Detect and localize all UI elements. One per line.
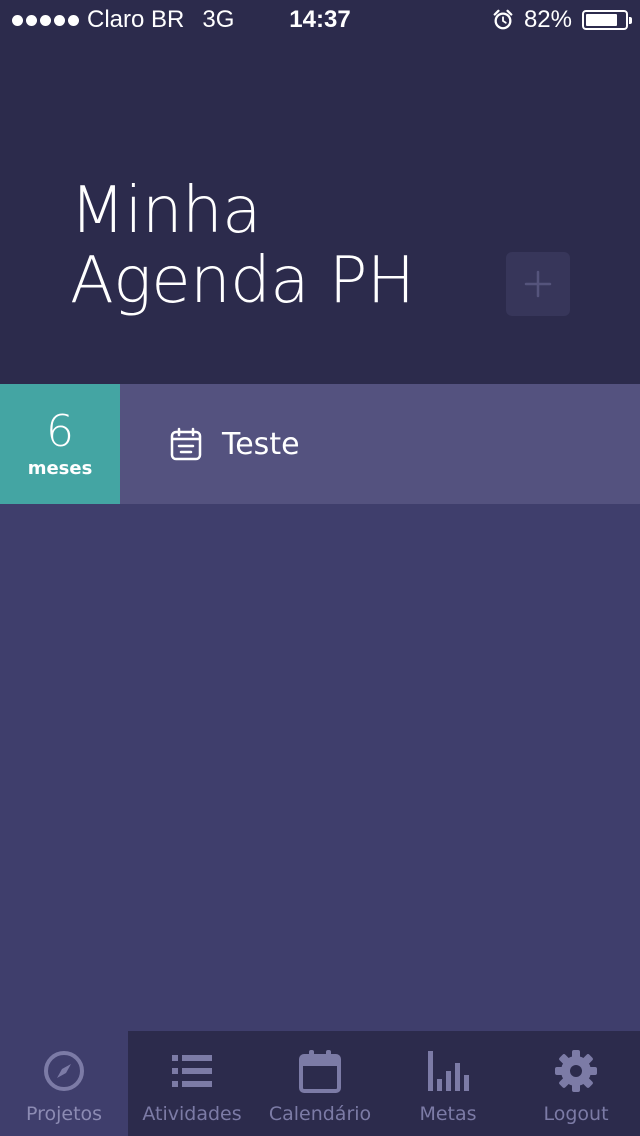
tab-label: Calendário (268, 1103, 372, 1125)
duration-badge: 6 meses (0, 384, 120, 504)
page-header: Minha Agenda PH (0, 40, 640, 384)
carrier-name: Claro BR (87, 6, 185, 33)
tab-label: Metas (419, 1103, 477, 1125)
tab-atividades[interactable]: Atividades (128, 1031, 256, 1136)
tab-label: Atividades (142, 1103, 242, 1125)
compass-icon (44, 1051, 84, 1091)
tab-metas[interactable]: Metas (384, 1031, 512, 1136)
list-icon (172, 1055, 212, 1087)
battery-percentage: 82% (523, 6, 572, 33)
tab-calendario[interactable]: Calendário (256, 1031, 384, 1136)
project-list-item[interactable]: 6 meses Teste (0, 384, 640, 504)
gear-icon (555, 1050, 597, 1092)
bar-chart-icon (428, 1051, 469, 1091)
status-bar: Claro BR 3G 14:37 82% (0, 0, 640, 40)
battery-level-fill (586, 14, 618, 26)
tab-label: Projetos (25, 1103, 103, 1125)
calendar-icon (170, 427, 202, 461)
tab-label: Logout (543, 1103, 609, 1125)
add-project-button[interactable] (506, 252, 570, 316)
project-body[interactable]: Teste (120, 384, 640, 504)
plus-icon (524, 270, 552, 298)
duration-value: 6 (46, 406, 74, 457)
battery-icon (582, 10, 632, 30)
project-name: Teste (222, 426, 300, 462)
duration-unit: meses (27, 458, 93, 479)
signal-strength-icon (12, 14, 79, 26)
tab-logout[interactable]: Logout (512, 1031, 640, 1136)
network-type: 3G (202, 6, 235, 33)
calendar-icon (299, 1050, 341, 1093)
alarm-icon (493, 9, 513, 30)
tab-projetos[interactable]: Projetos (0, 1031, 128, 1136)
page-title: Minha Agenda PH (70, 174, 415, 318)
tab-bar: Projetos Atividades Calendário Metas Log… (0, 1031, 640, 1136)
